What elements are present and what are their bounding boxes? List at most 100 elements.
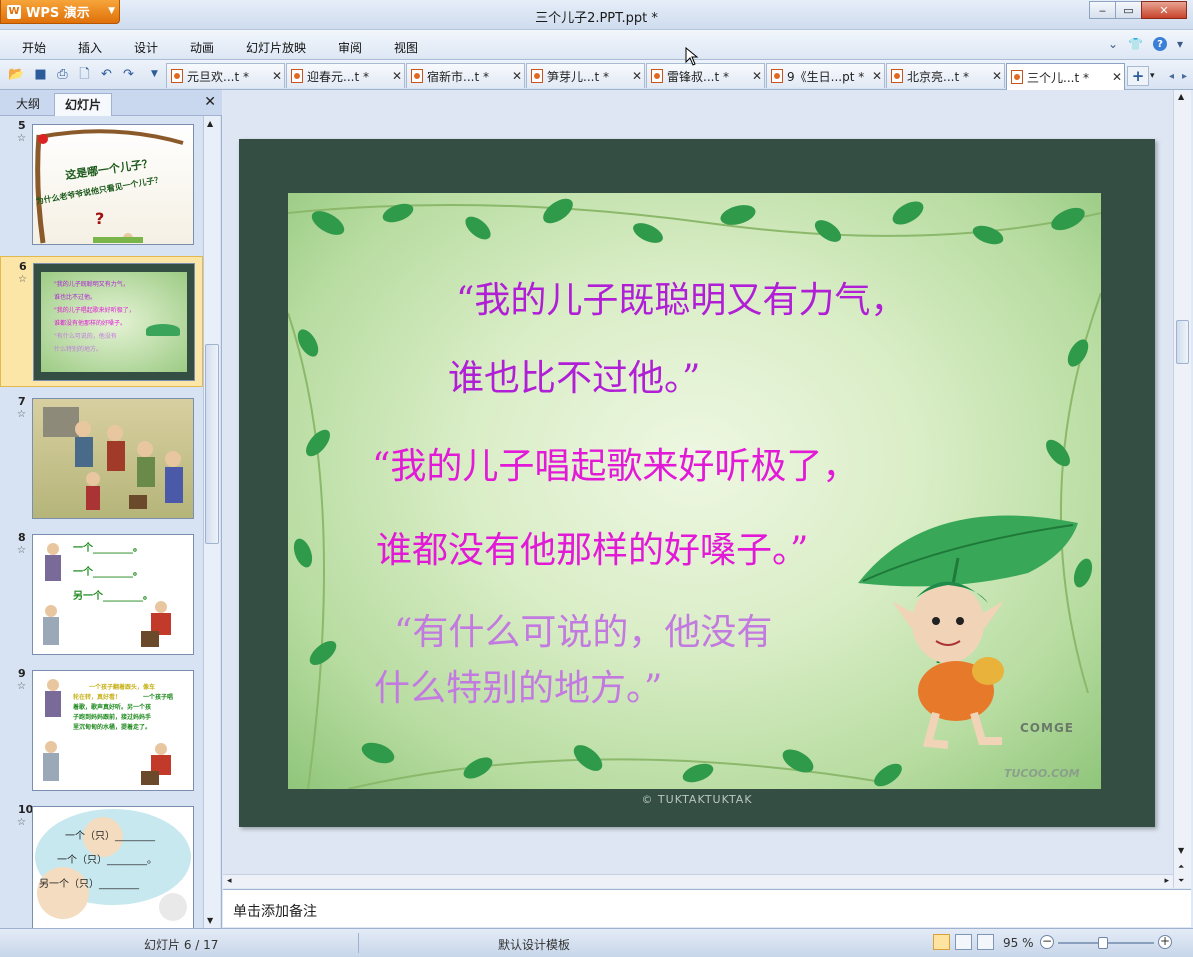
scroll-up-icon[interactable]: ▲ [207, 119, 213, 128]
menu-home[interactable]: 开始 [22, 39, 46, 56]
customize-toolbar-icon[interactable]: ▼ [146, 66, 163, 83]
thumb-text: 谁都没有他那样的好嗓子。 [54, 320, 127, 327]
tab-label: 元旦欢...t * [187, 69, 249, 84]
thumb-text: "有什么可说的，他没有 [54, 333, 117, 340]
tab-outline[interactable]: 大纲 [6, 93, 50, 116]
scrollbar-thumb[interactable] [1176, 320, 1189, 364]
tab-list-dropdown-icon[interactable]: ▾ [1150, 66, 1162, 86]
help-dropdown-icon[interactable]: ▾ [1177, 37, 1183, 51]
slide-thumbnail-9[interactable]: 9 ☆ 一个孩子翻着跟头，像车 轮在转，真好看！ 一个孩子唱 着歌，歌声真好听。… [0, 664, 203, 794]
slide-thumbnail-5[interactable]: 5 ☆ 这是哪一个儿子？ 为什么老爷爷说他只看见一个儿子？ ? [0, 116, 203, 246]
close-button[interactable]: ✕ [1141, 1, 1187, 19]
vertical-scrollbar[interactable]: ▲ ▼ ⏶ ⏷ [1173, 90, 1191, 888]
chevron-left-icon[interactable]: ◂ [1169, 71, 1174, 82]
close-tab-icon[interactable]: ✕ [510, 69, 524, 83]
doc-tab-active[interactable]: 三个儿...t * ✕ [1006, 63, 1125, 90]
previous-slide-icon[interactable]: ⏶ [1178, 862, 1184, 872]
thumb-text: "我的儿子既聪明又有力气， [54, 281, 129, 288]
menu-insert[interactable]: 插入 [78, 39, 102, 56]
scroll-down-icon[interactable]: ▼ [1178, 846, 1184, 855]
print-icon[interactable]: ⎙ [54, 66, 71, 83]
slide-canvas[interactable]: “我的儿子既聪明又有力气， 谁也比不过他。” “我的儿子唱起歌来好听极了， 谁都… [239, 139, 1155, 827]
chevron-right-icon[interactable]: ▸ [1182, 71, 1187, 82]
slide-thumbnail-10[interactable]: 10 ☆ 一个（只）________ 一个（只）________。 另一个（只）… [0, 800, 203, 928]
tab-label: 笋芽儿...t * [547, 69, 609, 84]
zoom-level: 95 % [1003, 936, 1034, 950]
doc-tab[interactable]: 笋芽儿...t * ✕ [526, 63, 645, 88]
tab-label: 北京亮...t * [907, 69, 969, 84]
transition-star-icon: ☆ [18, 274, 27, 285]
transition-star-icon: ☆ [17, 133, 26, 144]
horizontal-scrollbar[interactable]: ◂ ▸ [223, 874, 1173, 888]
slide-line-6[interactable]: 什么特别的地方。” [374, 659, 662, 711]
tab-scroll-buttons[interactable]: ◂ ▸ [1165, 66, 1191, 86]
slide-line-2[interactable]: 谁也比不过他。” [448, 349, 700, 401]
close-tab-icon[interactable]: ✕ [870, 69, 884, 83]
status-bar: 幻灯片 6 / 17 默认设计模板 95 % − + [0, 928, 1193, 957]
close-tab-icon[interactable]: ✕ [990, 69, 1004, 83]
slide-number: 9 [18, 667, 26, 680]
slideshow-view-icon[interactable] [977, 934, 994, 950]
slide-line-3[interactable]: “我的儿子唱起歌来好听极了， [372, 437, 858, 489]
thumb-text: 什么特别的地方。 [54, 346, 103, 353]
slide-line-1[interactable]: “我的儿子既聪明又有力气， [456, 271, 906, 323]
help-icon[interactable]: ? [1152, 37, 1167, 51]
tab-label: 雷锋叔...t * [667, 69, 729, 84]
scroll-up-icon[interactable]: ▲ [1178, 92, 1184, 101]
thumb-text: 谁也比不过他。 [54, 294, 97, 301]
slide-line-5[interactable]: “有什么可说的，他没有 [394, 603, 772, 655]
ppt-file-icon [1011, 70, 1023, 84]
zoom-out-button[interactable]: − [1040, 935, 1054, 949]
new-tab-button[interactable]: + [1127, 66, 1149, 86]
scroll-right-icon[interactable]: ▸ [1164, 876, 1169, 886]
doc-tab[interactable]: 迎春元...t * ✕ [286, 63, 405, 88]
open-folder-icon[interactable]: 📂 [8, 66, 25, 83]
close-panel-icon[interactable]: ✕ [204, 94, 216, 110]
close-tab-icon[interactable]: ✕ [750, 69, 764, 83]
close-tab-icon[interactable]: ✕ [1110, 70, 1124, 84]
menu-bar: 开始 插入 设计 动画 幻灯片放映 审阅 视图 ⌄ 👕 ? ▾ [0, 30, 1193, 60]
scrollbar-thumb[interactable] [205, 344, 219, 544]
doc-tab[interactable]: 北京亮...t * ✕ [886, 63, 1005, 88]
skin-shirt-icon[interactable]: 👕 [1128, 37, 1143, 51]
tab-slides[interactable]: 幻灯片 [54, 93, 113, 116]
notes-pane[interactable]: 单击添加备注 [223, 889, 1191, 927]
zoom-in-button[interactable]: + [1158, 935, 1172, 949]
design-template-name[interactable]: 默认设计模板 [498, 936, 570, 953]
menu-view[interactable]: 视图 [394, 39, 418, 56]
menu-design[interactable]: 设计 [134, 39, 158, 56]
scroll-down-icon[interactable]: ▼ [207, 916, 213, 925]
slide-thumbnail-7[interactable]: 7 ☆ [0, 392, 203, 522]
close-tab-icon[interactable]: ✕ [390, 69, 404, 83]
zoom-slider-handle[interactable] [1098, 937, 1108, 949]
slide-number: 6 [19, 260, 27, 273]
scroll-left-icon[interactable]: ◂ [227, 876, 232, 886]
minimize-button[interactable]: ‒ [1089, 1, 1116, 19]
slides-panel-scrollbar[interactable]: ▲ ▼ [203, 116, 220, 928]
save-icon[interactable]: ■ [32, 66, 49, 83]
doc-tab[interactable]: 元旦欢...t * ✕ [166, 63, 285, 88]
normal-view-icon[interactable] [933, 934, 950, 950]
maximize-button[interactable]: ▭ [1115, 1, 1142, 19]
doc-tab[interactable]: 宿新市...t * ✕ [406, 63, 525, 88]
print-preview-icon[interactable]: 🗋 [76, 66, 93, 83]
next-slide-icon[interactable]: ⏷ [1178, 876, 1184, 886]
slide-sorter-view-icon[interactable] [955, 934, 972, 950]
menu-review[interactable]: 审阅 [338, 39, 362, 56]
menu-animation[interactable]: 动画 [190, 39, 214, 56]
close-tab-icon[interactable]: ✕ [630, 69, 644, 83]
slide-thumbnail-8[interactable]: 8 ☆ 一个________。 一个________。 另一个________。 [0, 528, 203, 658]
menu-slideshow[interactable]: 幻灯片放映 [246, 39, 306, 56]
chevron-down-icon[interactable]: ⌄ [1108, 37, 1118, 51]
thumb-text: ? [95, 209, 105, 228]
undo-icon[interactable]: ↶ [98, 66, 115, 83]
close-tab-icon[interactable]: ✕ [270, 69, 284, 83]
thumb-text: 一个（只）________。 [57, 855, 157, 866]
slide-thumbnail-6[interactable]: 6 ☆ "我的儿子既聪明又有力气， 谁也比不过他。 "我的儿子唱起歌来好听极了，… [0, 256, 203, 387]
window-title: 三个儿子2.PPT.ppt * [535, 11, 658, 26]
doc-tab[interactable]: 雷锋叔...t * ✕ [646, 63, 765, 88]
doc-tab[interactable]: 9《生日...pt * ✕ [766, 63, 885, 88]
slide-line-4[interactable]: 谁都没有他那样的好嗓子。” [376, 521, 808, 573]
redo-icon[interactable]: ↷ [120, 66, 137, 83]
slide-content: “我的儿子既聪明又有力气， 谁也比不过他。” “我的儿子唱起歌来好听极了， 谁都… [288, 193, 1101, 789]
